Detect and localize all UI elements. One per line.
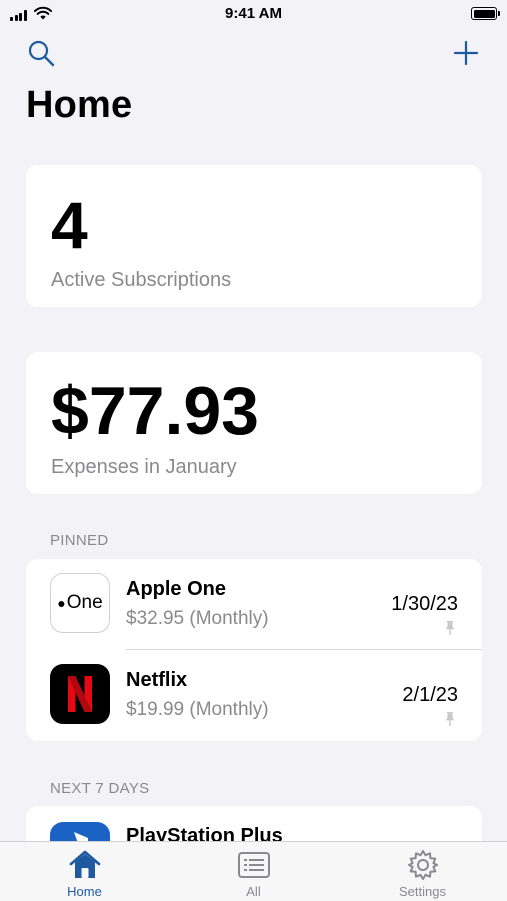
tab-bar: Home All Settings — [0, 841, 507, 901]
tab-settings[interactable]: Settings — [338, 842, 507, 901]
pinned-section-header: PINNED — [50, 532, 109, 549]
house-icon — [69, 850, 100, 878]
active-subscriptions-label: Active Subscriptions — [51, 269, 232, 291]
gear-icon — [407, 850, 438, 880]
netflix-logo-icon — [68, 676, 92, 712]
subscription-row-apple-one[interactable]: ● One Apple One $32.95 (Monthly) 1/30/23 — [26, 559, 482, 650]
page-title: Home — [26, 84, 133, 126]
monthly-expenses-label: Expenses in January — [51, 456, 237, 478]
status-time: 9:41 AM — [225, 5, 282, 22]
subscription-row-netflix[interactable]: Netflix $19.99 (Monthly) 2/1/23 — [26, 650, 482, 741]
subscription-date: 1/30/23 — [391, 593, 458, 615]
tab-label: All — [246, 884, 261, 899]
apple-one-icon-text: One — [66, 592, 103, 613]
netflix-icon — [50, 664, 110, 724]
subscription-name: Netflix — [126, 669, 188, 691]
monthly-expenses-card: $77.93 Expenses in January — [26, 352, 482, 494]
battery-icon — [471, 7, 500, 20]
status-bar: 9:41 AM — [0, 0, 507, 28]
upcoming-list: PlayStation Plus — [26, 806, 482, 846]
subscription-date: 2/1/23 — [402, 684, 458, 706]
pin-icon — [445, 712, 455, 726]
list-icon — [237, 852, 270, 878]
next-7-days-section-header: NEXT 7 DAYS — [50, 780, 150, 797]
pin-icon — [445, 621, 455, 635]
active-subscriptions-card: 4 Active Subscriptions — [26, 165, 482, 307]
subscription-price: $19.99 (Monthly) — [126, 699, 269, 720]
apple-logo-icon: ● — [57, 595, 66, 611]
monthly-expenses-amount: $77.93 — [51, 373, 259, 449]
apple-one-icon: ● One — [50, 573, 110, 633]
subscription-price: $32.95 (Monthly) — [126, 608, 269, 629]
tab-label: Home — [67, 884, 102, 899]
tab-label: Settings — [399, 884, 446, 899]
tab-all[interactable]: All — [169, 842, 338, 901]
subscription-name: Apple One — [126, 578, 227, 600]
add-subscription-button[interactable] — [451, 38, 481, 68]
tab-home[interactable]: Home — [0, 842, 169, 901]
active-subscriptions-count: 4 — [51, 188, 88, 262]
search-icon[interactable] — [26, 38, 56, 68]
pinned-list: ● One Apple One $32.95 (Monthly) 1/30/23 … — [26, 559, 482, 741]
subscription-row-playstation-plus[interactable]: PlayStation Plus — [26, 806, 482, 846]
